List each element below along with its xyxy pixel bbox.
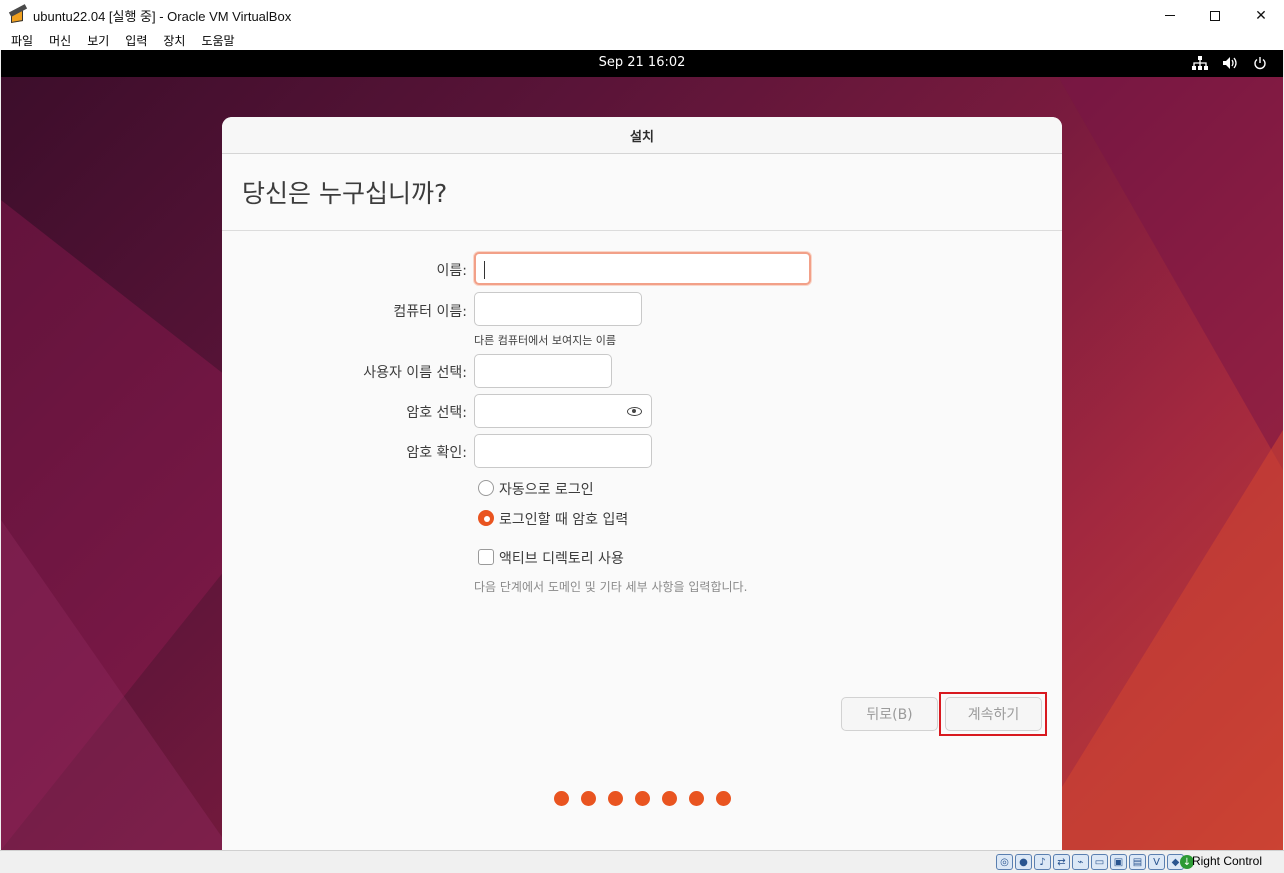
recording-icon[interactable]: ▤ (1129, 854, 1146, 870)
active-directory-label[interactable]: 액티브 디렉토리 사용 (499, 548, 624, 568)
installer-dialog: 설치 당신은 누구십니까? 이름: 컴퓨터 이름: 다른 컴퓨터에서 보여지는 … (222, 117, 1062, 850)
progress-dot (580, 791, 596, 806)
power-icon[interactable] (1251, 54, 1269, 72)
ubuntu-topbar: Sep 21 16:02 (1, 50, 1283, 77)
menu-file[interactable]: 파일 (11, 32, 33, 49)
shared-folder-icon[interactable]: ▭ (1091, 854, 1108, 870)
disk-icon[interactable]: ● (1015, 854, 1032, 870)
name-label: 이름: (436, 263, 467, 279)
text-caret (484, 261, 485, 279)
page-title: 당신은 누구십니까? (222, 154, 1062, 231)
progress-dot (607, 791, 623, 806)
password-label: 암호 선택: (406, 405, 467, 421)
username-input[interactable] (474, 354, 612, 388)
computer-name-label: 컴퓨터 이름: (393, 304, 467, 320)
dialog-header: 설치 (222, 117, 1062, 154)
password-input[interactable] (474, 394, 652, 428)
computer-name-input[interactable] (474, 292, 642, 326)
progress-dot (634, 791, 650, 806)
active-directory-hint: 다음 단계에서 도메인 및 기타 세부 사항을 입력합니다. (474, 580, 748, 594)
progress-dot (553, 791, 569, 806)
statusbar: ◎ ● ♪ ⇄ ⌁ ▭ ▣ ▤ V ◆ ↓ Right Control (0, 850, 1284, 873)
vm-screen[interactable]: Sep 21 16:02 설치 당신은 누구십니까? 이름: 컴퓨터 이름: 다… (1, 50, 1283, 850)
confirm-password-input[interactable] (474, 434, 652, 468)
minimize-icon (1165, 15, 1175, 16)
menu-help[interactable]: 도움말 (201, 32, 234, 49)
network-icon[interactable] (1191, 54, 1209, 72)
progress-dot (661, 791, 677, 806)
computer-name-hint: 다른 컴퓨터에서 보여지는 이름 (474, 334, 617, 347)
username-label: 사용자 이름 선택: (363, 365, 467, 381)
menu-devices[interactable]: 장치 (163, 32, 185, 49)
auto-login-label[interactable]: 자동으로 로그인 (499, 479, 594, 499)
menu-view[interactable]: 보기 (87, 32, 109, 49)
menu-machine[interactable]: 머신 (49, 32, 71, 49)
name-input[interactable] (474, 252, 811, 285)
window-titlebar: ubuntu22.04 [실행 중] - Oracle VM VirtualBo… (0, 0, 1284, 31)
show-password-icon[interactable] (626, 404, 642, 418)
network-adapter-icon[interactable]: ⇄ (1053, 854, 1070, 870)
back-button[interactable]: 뒤로(B) (841, 697, 938, 731)
menu-input[interactable]: 입력 (125, 32, 147, 49)
optical-drive-icon[interactable]: ◎ (996, 854, 1013, 870)
require-password-label[interactable]: 로그인할 때 암호 입력 (499, 509, 628, 529)
maximize-icon (1210, 10, 1220, 21)
audio-icon[interactable]: ♪ (1034, 854, 1051, 870)
active-directory-checkbox[interactable] (478, 549, 494, 565)
close-button[interactable]: ✕ (1238, 0, 1284, 31)
close-icon: ✕ (1255, 7, 1267, 24)
usb-icon[interactable]: ⌁ (1072, 854, 1089, 870)
require-password-radio[interactable] (478, 510, 494, 526)
progress-dot (688, 791, 704, 806)
progress-dot (715, 791, 731, 806)
system-tray[interactable] (1191, 54, 1269, 72)
volume-icon[interactable] (1221, 54, 1239, 72)
display-icon[interactable]: ▣ (1110, 854, 1127, 870)
menubar: 파일 머신 보기 입력 장치 도움말 (0, 31, 1284, 50)
continue-button[interactable]: 계속하기 (945, 697, 1042, 731)
minimize-button[interactable] (1147, 0, 1193, 31)
clock[interactable]: Sep 21 16:02 (1, 55, 1283, 70)
auto-login-radio[interactable] (478, 480, 494, 496)
progress-dots (222, 791, 1062, 806)
maximize-button[interactable] (1192, 0, 1238, 31)
confirm-password-label: 암호 확인: (406, 445, 467, 461)
cpu-icon[interactable]: V (1148, 854, 1165, 870)
virtualbox-icon (8, 3, 28, 25)
device-icons: ◎ ● ♪ ⇄ ⌁ ▭ ▣ ▤ V ◆ (996, 854, 1184, 870)
host-key-label: Right Control (1191, 854, 1262, 868)
window-title: ubuntu22.04 [실행 중] - Oracle VM VirtualBo… (33, 9, 292, 24)
